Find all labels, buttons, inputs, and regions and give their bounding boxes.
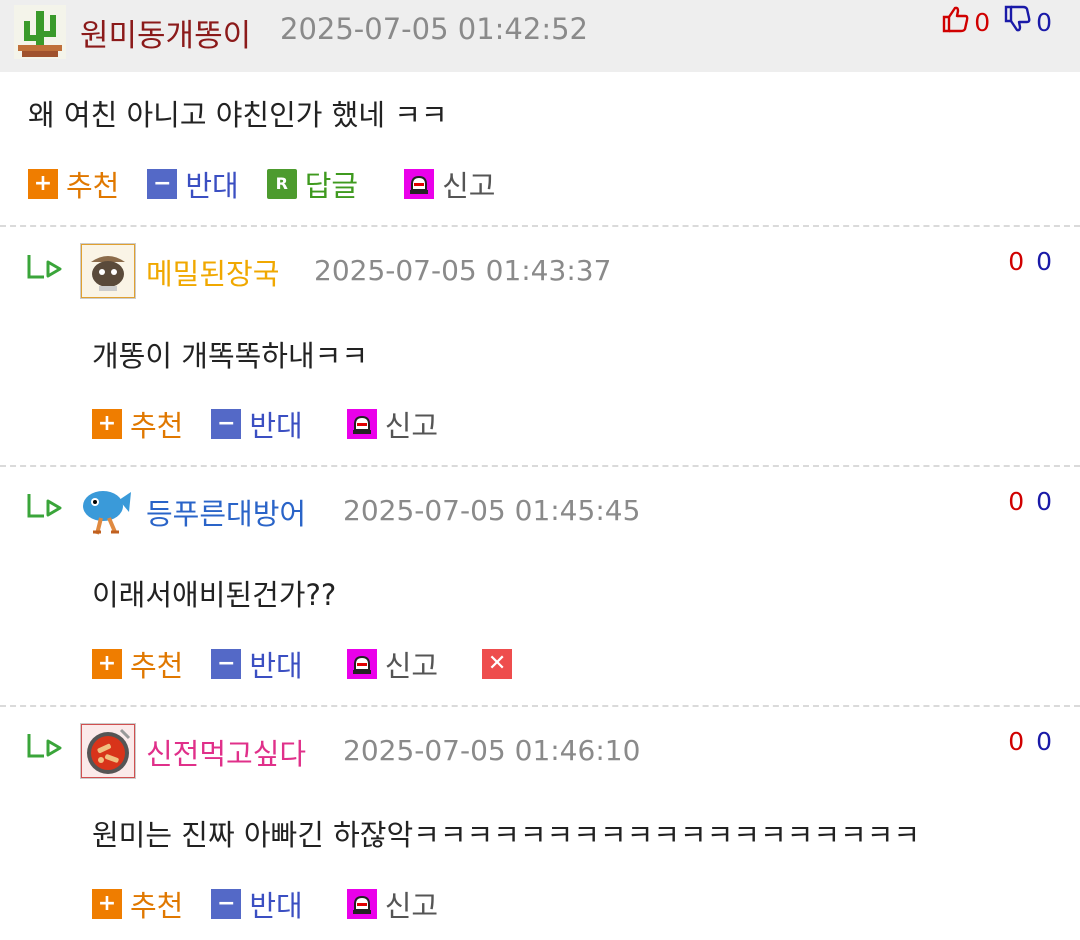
- main-comment-header: 원미동개똥이 2025-07-05 01:42:52 0 0: [0, 0, 1080, 72]
- plus-icon: +: [92, 889, 122, 919]
- delete-button[interactable]: ✕: [482, 649, 520, 679]
- report-button[interactable]: 신고: [346, 883, 439, 925]
- siren-icon: [346, 649, 377, 679]
- reply-timestamp: 2025-07-05 01:43:37: [314, 254, 612, 287]
- reply-vote-counter: 00: [1008, 247, 1052, 276]
- report-button[interactable]: 신고: [346, 643, 439, 685]
- report-label: 신고: [384, 409, 439, 443]
- reply-actions: + 추천 − 반대 신고: [92, 404, 438, 444]
- avatar-bowl-icon[interactable]: [80, 243, 136, 299]
- oppose-label: 반대: [249, 889, 303, 923]
- reply-arrow-icon: [27, 734, 62, 758]
- minus-icon: −: [211, 889, 242, 919]
- comment-divider: [0, 225, 1080, 227]
- cactus-avatar-icon[interactable]: [14, 5, 66, 59]
- dislike-count: 0: [1036, 727, 1052, 756]
- author-nickname[interactable]: 원미동개똥이: [80, 10, 251, 55]
- report-button[interactable]: 신고: [404, 163, 496, 205]
- reply-vote-counter: 00: [1008, 487, 1052, 516]
- reply-vote-counter: 00: [1008, 727, 1052, 756]
- oppose-label: 반대: [249, 649, 303, 683]
- report-button[interactable]: 신고: [346, 403, 439, 445]
- comment-divider: [0, 705, 1080, 707]
- like-count: 0: [1008, 487, 1025, 516]
- reply-actions: + 추천 − 반대 신고: [92, 884, 438, 924]
- oppose-button[interactable]: − 반대: [211, 403, 303, 445]
- reply-r-icon: R: [266, 169, 297, 199]
- reply-text: 이래서애비된건가??: [92, 578, 337, 612]
- dislike-count: 0: [1036, 487, 1052, 516]
- recommend-label: 추천: [130, 649, 184, 683]
- reply-nickname[interactable]: 신전먹고싶다: [146, 731, 306, 773]
- report-label: 신고: [442, 169, 496, 203]
- like-count: 0: [1008, 727, 1025, 756]
- recommend-button[interactable]: + 추천: [92, 643, 183, 685]
- comment-actions: + 추천 − 반대 R 답글 신고: [28, 164, 496, 204]
- recommend-button[interactable]: + 추천: [92, 883, 183, 925]
- reply-actions: + 추천 − 반대 신고 ✕: [92, 644, 520, 684]
- recommend-button[interactable]: + 추천: [28, 163, 119, 205]
- recommend-label: 추천: [66, 169, 120, 203]
- minus-icon: −: [211, 649, 242, 679]
- recommend-button[interactable]: + 추천: [92, 403, 183, 445]
- plus-icon: +: [92, 409, 122, 439]
- avatar-tteokbokki-icon[interactable]: [80, 723, 136, 779]
- recommend-label: 추천: [130, 409, 184, 443]
- thumbs-down-icon[interactable]: [1002, 4, 1032, 40]
- oppose-button[interactable]: − 반대: [211, 643, 303, 685]
- oppose-button[interactable]: − 반대: [147, 163, 239, 205]
- oppose-label: 반대: [185, 169, 239, 203]
- minus-icon: −: [147, 169, 178, 199]
- report-label: 신고: [384, 889, 439, 923]
- oppose-button[interactable]: − 반대: [211, 883, 303, 925]
- minus-icon: −: [211, 409, 242, 439]
- oppose-label: 반대: [249, 409, 303, 443]
- siren-icon: [346, 889, 377, 919]
- comment-text: 왜 여친 아니고 야친인가 했네 ㅋㅋ: [28, 98, 448, 132]
- reply-text: 개똥이 개똑똑하내ㅋㅋ: [92, 339, 369, 373]
- reply-nickname[interactable]: 등푸른대방어: [146, 491, 306, 533]
- plus-icon: +: [92, 649, 122, 679]
- reply-arrow-icon: [27, 494, 62, 518]
- close-icon: ✕: [482, 649, 513, 679]
- dislike-count: 0: [1036, 7, 1052, 37]
- comment-timestamp: 2025-07-05 01:42:52: [280, 12, 588, 46]
- reply-button[interactable]: R 답글: [266, 163, 359, 205]
- reply-arrow-icon: [27, 255, 62, 279]
- recommend-label: 추천: [130, 889, 184, 923]
- like-count: 0: [1008, 247, 1025, 276]
- report-label: 신고: [384, 649, 439, 683]
- comment-divider: [0, 465, 1080, 467]
- avatar-fish-icon[interactable]: [80, 483, 136, 539]
- siren-icon: [404, 169, 435, 199]
- reply-label: 답글: [304, 169, 359, 203]
- thumbs-up-icon[interactable]: [940, 4, 970, 40]
- vote-counter: 0 0: [940, 4, 1052, 40]
- plus-icon: +: [28, 169, 58, 199]
- reply-text: 원미는 진짜 아빠긴 하잖악ㅋㅋㅋㅋㅋㅋㅋㅋㅋㅋㅋㅋㅋㅋㅋㅋㅋㅋㅋ: [92, 818, 921, 852]
- siren-icon: [346, 409, 377, 439]
- reply-timestamp: 2025-07-05 01:45:45: [343, 494, 641, 527]
- dislike-count: 0: [1036, 247, 1052, 276]
- like-count: 0: [974, 7, 991, 37]
- reply-nickname[interactable]: 메밀된장국: [146, 251, 279, 293]
- reply-timestamp: 2025-07-05 01:46:10: [343, 734, 641, 767]
